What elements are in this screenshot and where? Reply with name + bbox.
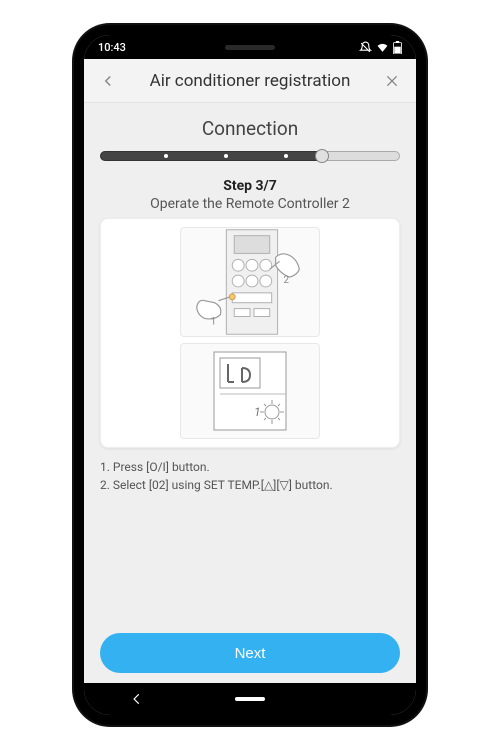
illustration-card: 2 1 xyxy=(100,218,400,448)
svg-text:1: 1 xyxy=(211,316,217,327)
page-title: Air conditioner registration xyxy=(124,71,376,91)
display-illustration: 1 xyxy=(180,343,320,439)
step-label: Step 3/7 xyxy=(100,178,400,194)
content: Connection Step 3/7 Operate the Remote C… xyxy=(84,103,416,683)
back-button[interactable] xyxy=(92,65,124,97)
step-subtitle: Operate the Remote Controller 2 xyxy=(100,196,400,212)
nav-home-icon[interactable] xyxy=(235,694,265,704)
progress-fill xyxy=(100,151,322,161)
chevron-left-icon xyxy=(99,72,117,90)
screen: 10:43 Air conditioner registration xyxy=(84,35,416,715)
battery-icon xyxy=(393,41,402,54)
progress-dot xyxy=(164,154,168,158)
status-icons xyxy=(359,41,402,54)
svg-text:1: 1 xyxy=(254,405,261,419)
instruction-line: 2. Select [02] using SET TEMP.[△][▽] but… xyxy=(100,476,400,494)
progress-dot xyxy=(224,154,228,158)
close-icon xyxy=(384,73,400,89)
nav-back-icon[interactable] xyxy=(130,692,144,706)
progress-bar xyxy=(100,148,400,164)
android-nav-bar xyxy=(84,683,416,715)
progress-knob xyxy=(315,149,329,163)
remote-illustration: 2 1 xyxy=(180,227,320,337)
status-time: 10:43 xyxy=(98,41,126,54)
close-button[interactable] xyxy=(376,65,408,97)
section-title: Connection xyxy=(100,117,400,140)
wifi-icon xyxy=(376,41,389,54)
progress-dot xyxy=(284,154,288,158)
app-bar: Air conditioner registration xyxy=(84,59,416,103)
phone-frame: 10:43 Air conditioner registration xyxy=(74,25,426,725)
svg-text:2: 2 xyxy=(284,275,290,286)
step-header: Step 3/7 Operate the Remote Controller 2 xyxy=(100,178,400,212)
phone-speaker xyxy=(225,45,275,50)
instruction-line: 1. Press [O/I] button. xyxy=(100,458,400,476)
next-button[interactable]: Next xyxy=(100,633,400,673)
instructions: 1. Press [O/I] button. 2. Select [02] us… xyxy=(100,458,400,494)
bell-off-icon xyxy=(359,41,372,54)
